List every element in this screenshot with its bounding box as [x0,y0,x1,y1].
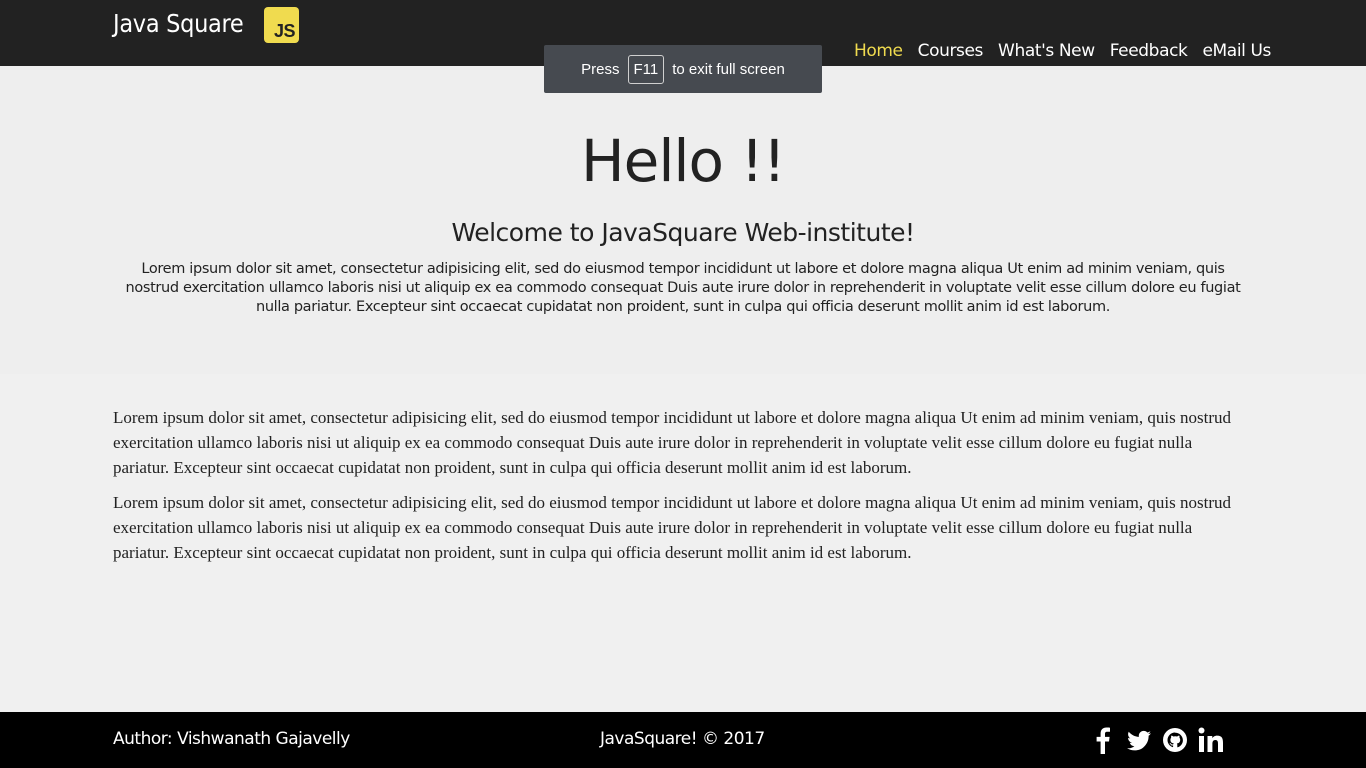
nav-item-courses[interactable]: Courses [918,40,984,62]
toast-suffix: to exit full screen [672,60,785,78]
twitter-icon[interactable] [1126,726,1152,754]
nav-item-feedback[interactable]: Feedback [1110,40,1188,62]
toast-key: F11 [627,54,665,84]
nav-item-whats-new[interactable]: What's New [998,40,1095,62]
hero-text: Lorem ipsum dolor sit amet, consectetur … [125,261,1241,315]
content-paragraph: Lorem ipsum dolor sit amet, consectetur … [113,493,1231,562]
js-logo-text: JS [273,21,296,41]
hero-section: Hello !! Welcome to JavaSquare Web-insti… [0,66,1366,374]
main-content: Lorem ipsum dolor sit amet, consectetur … [113,405,1243,575]
js-logo-icon[interactable]: JS [264,7,299,43]
hero-subtitle: Welcome to JavaSquare Web-institute! [451,218,915,247]
footer-author: Author: Vishwanath Gajavelly [113,729,350,749]
nav-item-email-us[interactable]: eMail Us [1202,40,1271,62]
toast-prefix: Press [581,60,620,78]
content-paragraph: Lorem ipsum dolor sit amet, consectetur … [113,408,1231,477]
social-links [1090,726,1224,754]
hero-title: Hello !! [581,127,786,195]
nav-item-home[interactable]: Home [854,40,903,62]
site-brand[interactable]: Java Square [113,6,244,42]
github-icon[interactable] [1162,726,1188,754]
footer-copyright: JavaSquare! © 2017 [600,729,765,749]
fullscreen-exit-toast: Press F11 to exit full screen [544,45,822,93]
site-footer: Author: Vishwanath Gajavelly JavaSquare!… [0,712,1366,768]
facebook-icon[interactable] [1090,726,1116,754]
main-nav: Home Courses What's New Feedback eMail U… [854,40,1271,62]
linkedin-icon[interactable] [1198,726,1224,754]
